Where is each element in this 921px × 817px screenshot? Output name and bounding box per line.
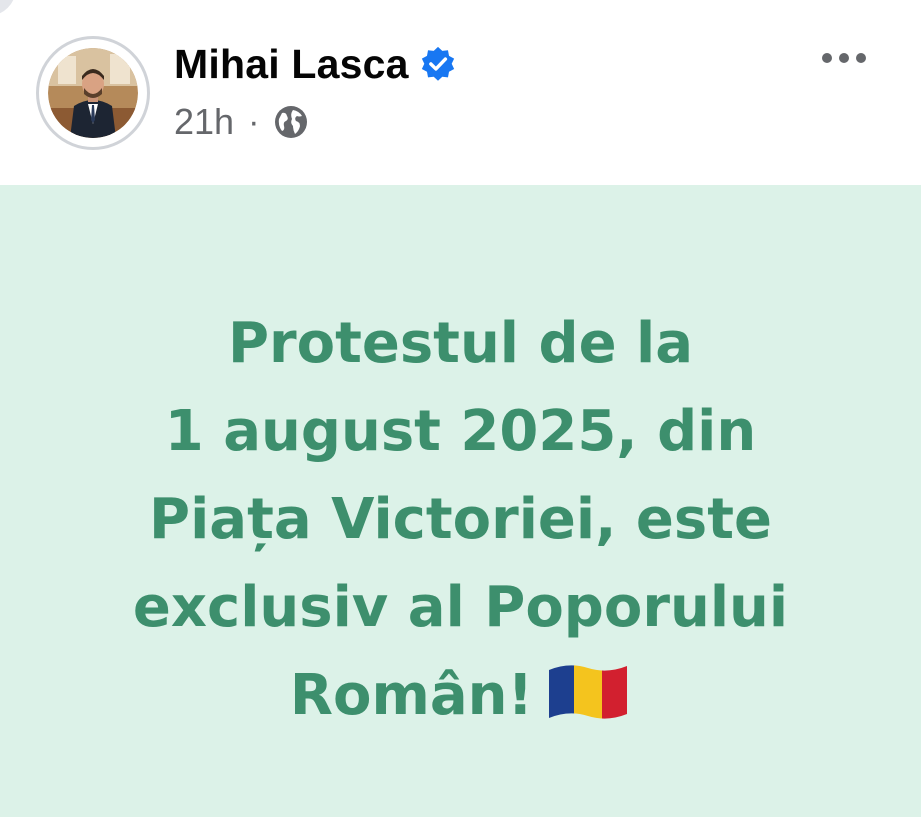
facebook-post: Mihai Lasca 21h · Protestul de la 1 augu… bbox=[0, 0, 921, 817]
meta-separator: · bbox=[248, 102, 260, 141]
post-text-line-4: exclusiv al Poporului bbox=[132, 575, 789, 640]
globe-icon[interactable] bbox=[273, 104, 309, 140]
post-text-line-5: Român! bbox=[289, 663, 534, 728]
post-text-line-2: 1 august 2025, din bbox=[164, 399, 757, 464]
romania-flag-icon bbox=[549, 665, 628, 719]
avatar-ring[interactable] bbox=[36, 36, 150, 150]
verified-badge-icon bbox=[421, 46, 454, 81]
post-text-line-5-wrap: Român! bbox=[31, 652, 891, 740]
more-options-button[interactable] bbox=[812, 40, 876, 76]
author-name[interactable]: Mihai Lasca bbox=[174, 41, 409, 88]
post-content-card[interactable]: Protestul de la 1 august 2025, din Piața… bbox=[0, 185, 921, 817]
post-text: Protestul de la 1 august 2025, din Piața… bbox=[31, 300, 891, 740]
more-dots-icon bbox=[822, 53, 866, 63]
author-row: Mihai Lasca bbox=[174, 38, 457, 90]
post-timestamp[interactable]: 21h bbox=[174, 101, 234, 143]
avatar[interactable] bbox=[48, 48, 138, 138]
post-header: Mihai Lasca 21h · bbox=[0, 0, 921, 185]
post-text-line-3: Piața Victoriei, este bbox=[149, 487, 772, 552]
post-text-line-1: Protestul de la bbox=[227, 311, 694, 376]
post-meta: 21h · bbox=[174, 100, 309, 144]
